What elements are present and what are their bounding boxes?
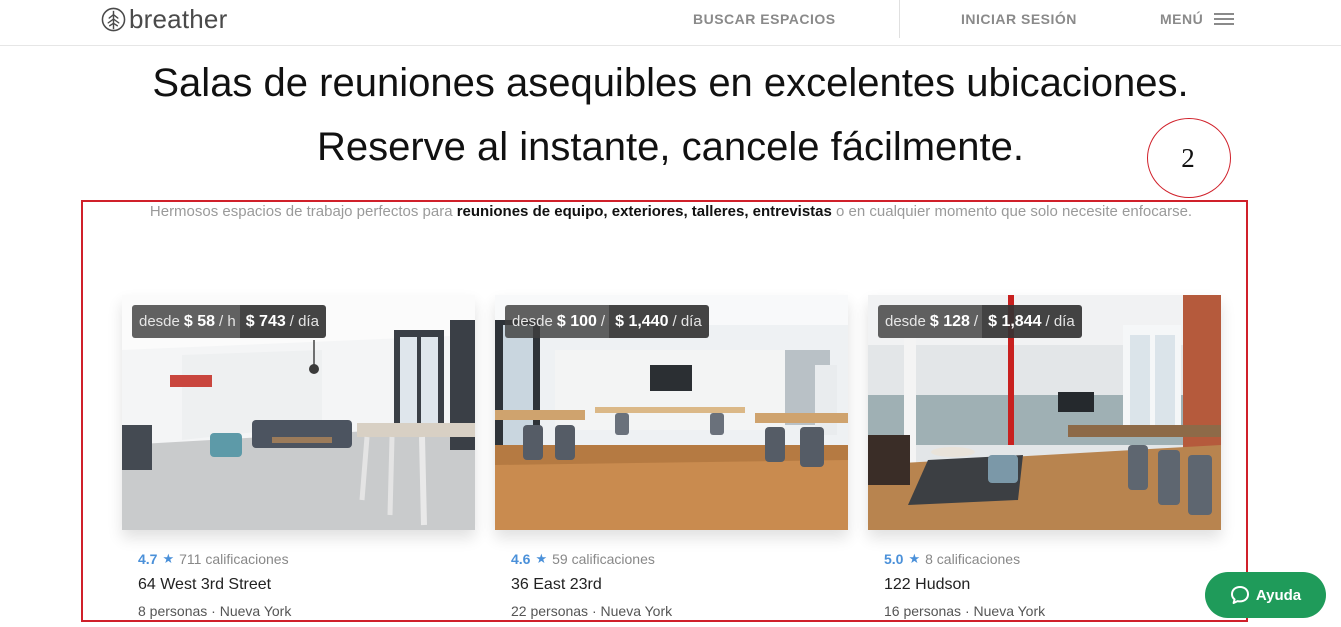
listing-city: Nueva York	[219, 603, 292, 619]
price-badge: desde $ 58 / h $ 743 / día	[132, 305, 326, 338]
intro-text-suffix: o en cualquier momento que solo necesite…	[831, 203, 1193, 220]
ratings-count: 711 calificaciones	[179, 551, 289, 567]
price-daily: $ 1,844 / día	[982, 305, 1082, 338]
listing-card[interactable]: desde $ 100 / $ 1,440 / día 4.6 ★ 59 cal…	[495, 295, 849, 627]
price-hourly: desde $ 100 /	[505, 305, 610, 338]
listing-title[interactable]: 122 Hudson	[884, 575, 970, 594]
listing-card[interactable]: desde $ 58 / h $ 743 / día 4.7 ★ 711 cal…	[122, 295, 476, 627]
price-hour-separator: / h	[219, 313, 236, 330]
star-icon: ★	[908, 551, 921, 566]
price-day-unit: / día	[1045, 313, 1075, 330]
intro-text-prefix: Hermosos espacios de trabajo perfectos p…	[149, 203, 457, 220]
intro-text: Hermosos espacios de trabajo perfectos p…	[110, 200, 1232, 224]
price-from-label: desde	[512, 313, 553, 330]
star-icon: ★	[162, 551, 175, 566]
listing-rating: 4.7 ★ 711 calificaciones	[138, 551, 289, 567]
intro-text-highlight: reuniones de equipo, exteriores, tallere…	[456, 203, 832, 220]
nav-menu-label: MENÚ	[1160, 11, 1204, 27]
price-day-amount: $ 743	[245, 312, 286, 330]
help-label: Ayuda	[1255, 586, 1302, 604]
listing-title[interactable]: 64 West 3rd Street	[138, 575, 271, 594]
price-hourly: desde $ 58 / h	[132, 305, 240, 338]
rating-score: 4.6	[511, 551, 531, 567]
price-hour-amount: $ 100	[556, 312, 597, 330]
hero-subheadline: Reserve al instante, cancele fácilmente.	[316, 125, 1025, 169]
nav-search-spaces[interactable]: BUSCAR ESPACIOS	[693, 11, 836, 27]
listing-capacity: 16 personas	[884, 603, 962, 619]
breather-logo[interactable]: breather	[101, 5, 227, 33]
price-daily: $ 743 / día	[239, 305, 326, 338]
price-hour-amount: $ 58	[183, 312, 216, 330]
nav-menu-button[interactable]: MENÚ	[1160, 11, 1235, 27]
price-day-amount: $ 1,440	[615, 312, 669, 330]
star-icon: ★	[535, 551, 548, 566]
price-day-amount: $ 1,844	[988, 312, 1042, 330]
price-badge: desde $ 128 / $ 1,844 / día	[878, 305, 1082, 338]
listing-rating: 5.0 ★ 8 calificaciones	[884, 551, 1020, 567]
listing-meta: 8 personas · Nueva York	[138, 603, 292, 619]
price-hour-amount: $ 128	[929, 312, 970, 330]
listing-card[interactable]: desde $ 128 / $ 1,844 / día 5.0 ★ 8 cali…	[868, 295, 1222, 627]
listing-rating: 4.6 ★ 59 calificaciones	[511, 551, 655, 567]
price-hour-separator: /	[973, 313, 979, 330]
help-chat-button[interactable]: Ayuda	[1205, 572, 1326, 618]
chat-bubble-icon	[1230, 586, 1249, 604]
logo-wordmark: breather	[129, 4, 228, 34]
nav-login[interactable]: INICIAR SESIÓN	[961, 11, 1077, 27]
listing-capacity: 8 personas	[138, 603, 208, 619]
price-daily: $ 1,440 / día	[609, 305, 709, 338]
listing-capacity: 22 personas	[511, 603, 589, 619]
price-hourly: desde $ 128 /	[878, 305, 983, 338]
price-from-label: desde	[139, 313, 180, 330]
rating-score: 4.7	[138, 551, 158, 567]
listing-title[interactable]: 36 East 23rd	[511, 575, 602, 594]
site-header: breather BUSCAR ESPACIOS INICIAR SESIÓN …	[0, 0, 1341, 46]
price-badge: desde $ 100 / $ 1,440 / día	[505, 305, 709, 338]
listing-city: Nueva York	[600, 603, 673, 619]
logo-tree-icon	[101, 7, 126, 31]
listing-city: Nueva York	[973, 603, 1046, 619]
ratings-count: 8 calificaciones	[925, 551, 1021, 567]
ratings-count: 59 calificaciones	[552, 551, 655, 567]
annotation-number: 2	[1181, 143, 1195, 173]
price-from-label: desde	[885, 313, 926, 330]
rating-score: 5.0	[884, 551, 904, 567]
hero-headline: Salas de reuniones asequibles en excelen…	[152, 61, 1189, 105]
nav-divider	[899, 0, 900, 38]
listing-meta: 16 personas · Nueva York	[884, 603, 1046, 619]
hamburger-icon	[1214, 13, 1235, 25]
price-hour-separator: /	[600, 313, 606, 330]
price-day-unit: / día	[672, 313, 702, 330]
listing-meta: 22 personas · Nueva York	[511, 603, 673, 619]
price-day-unit: / día	[289, 313, 319, 330]
